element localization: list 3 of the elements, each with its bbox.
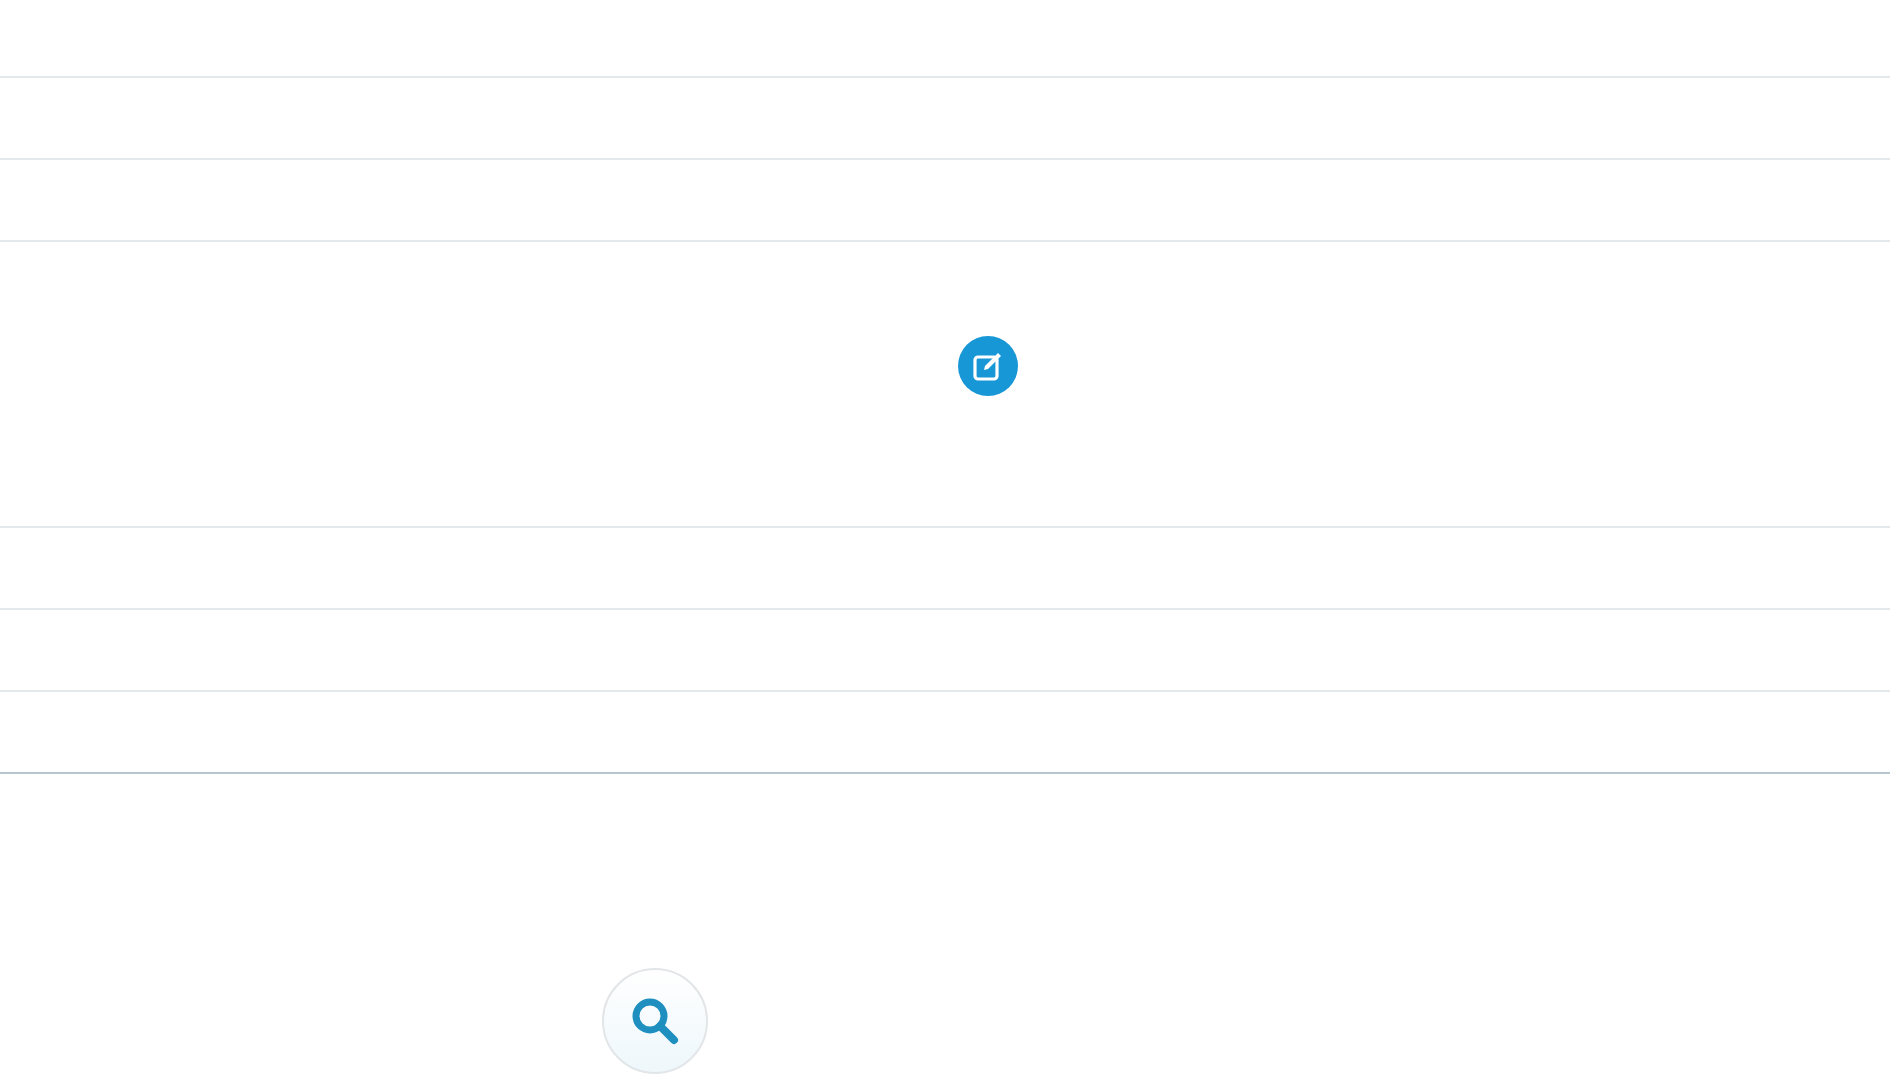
edit-button[interactable] [957,336,1017,396]
search-icon [627,993,683,1049]
edit-icon [957,336,1017,396]
